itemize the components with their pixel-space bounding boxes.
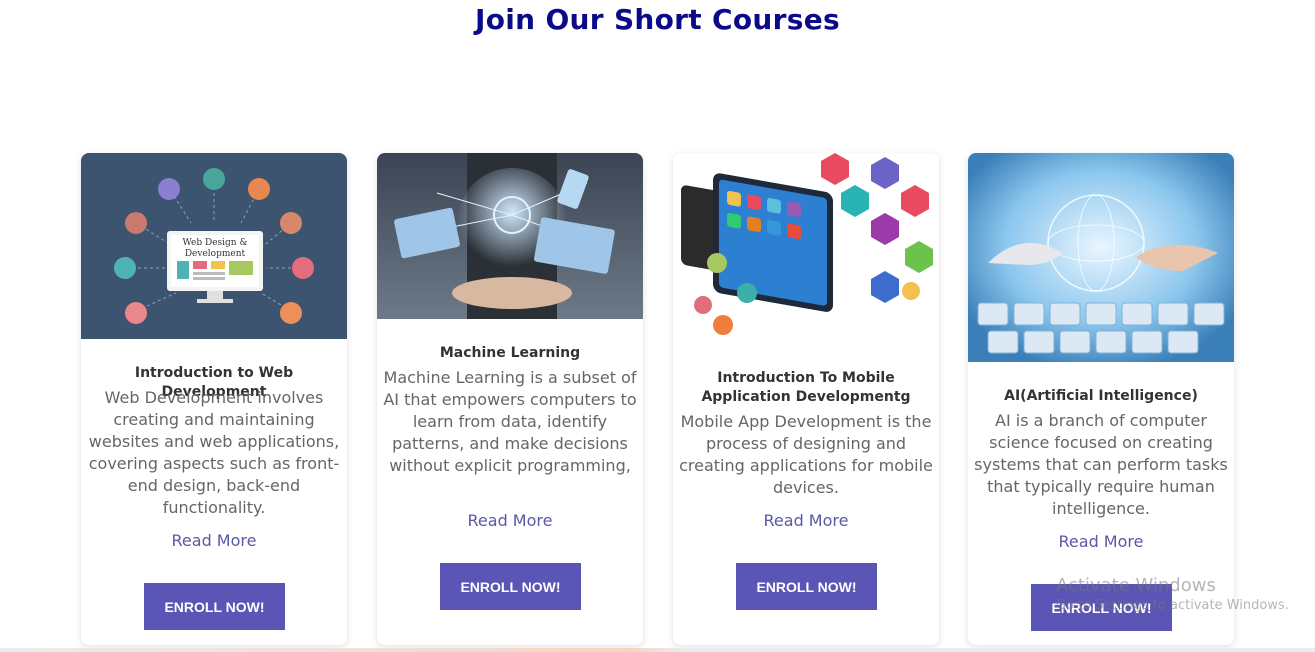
course-description: Machine Learning is a subset of AI that … [383, 368, 637, 475]
enroll-now-button[interactable]: ENROLL NOW! [440, 563, 581, 610]
course-image-web-development: Web Design & Development [81, 153, 347, 339]
course-card-machine-learning: Machine Learning Machine Learning is a s… [377, 153, 643, 645]
enroll-now-button[interactable]: ENROLL NOW! [144, 583, 285, 630]
course-image-machine-learning [377, 153, 643, 319]
course-title: Machine Learning [439, 345, 581, 361]
read-more-link[interactable]: Read More [968, 532, 1234, 551]
course-image-mobile-application [673, 153, 939, 343]
read-more-link[interactable]: Read More [81, 531, 347, 550]
course-card-web-development: Web Design & Development Introduction to… [81, 153, 347, 645]
course-description: AI is a branch of computer science focus… [974, 411, 1228, 518]
course-description: Mobile App Development is the process of… [679, 412, 933, 497]
read-more-link[interactable]: Read More [673, 511, 939, 530]
course-card-ai: AI(Artificial Intelligence) AI is a bran… [968, 153, 1234, 645]
image-caption-line1: Web Design & [183, 238, 248, 248]
course-image-ai [968, 153, 1234, 362]
read-more-link[interactable]: Read More [377, 511, 643, 530]
course-card-mobile-application: Introduction To Mobile Application Devel… [673, 153, 939, 645]
enroll-now-button[interactable]: ENROLL NOW! [1031, 584, 1172, 631]
course-title: Introduction To Mobile Application Devel… [701, 370, 911, 405]
course-title: AI(Artificial Intelligence) [1004, 388, 1198, 404]
enroll-now-button[interactable]: ENROLL NOW! [736, 563, 877, 610]
course-description: Web Development involves creating and ma… [88, 388, 340, 517]
bottom-strip [0, 648, 1315, 652]
page-title: Join Our Short Courses [475, 3, 840, 36]
image-caption-line2: Development [185, 249, 246, 259]
